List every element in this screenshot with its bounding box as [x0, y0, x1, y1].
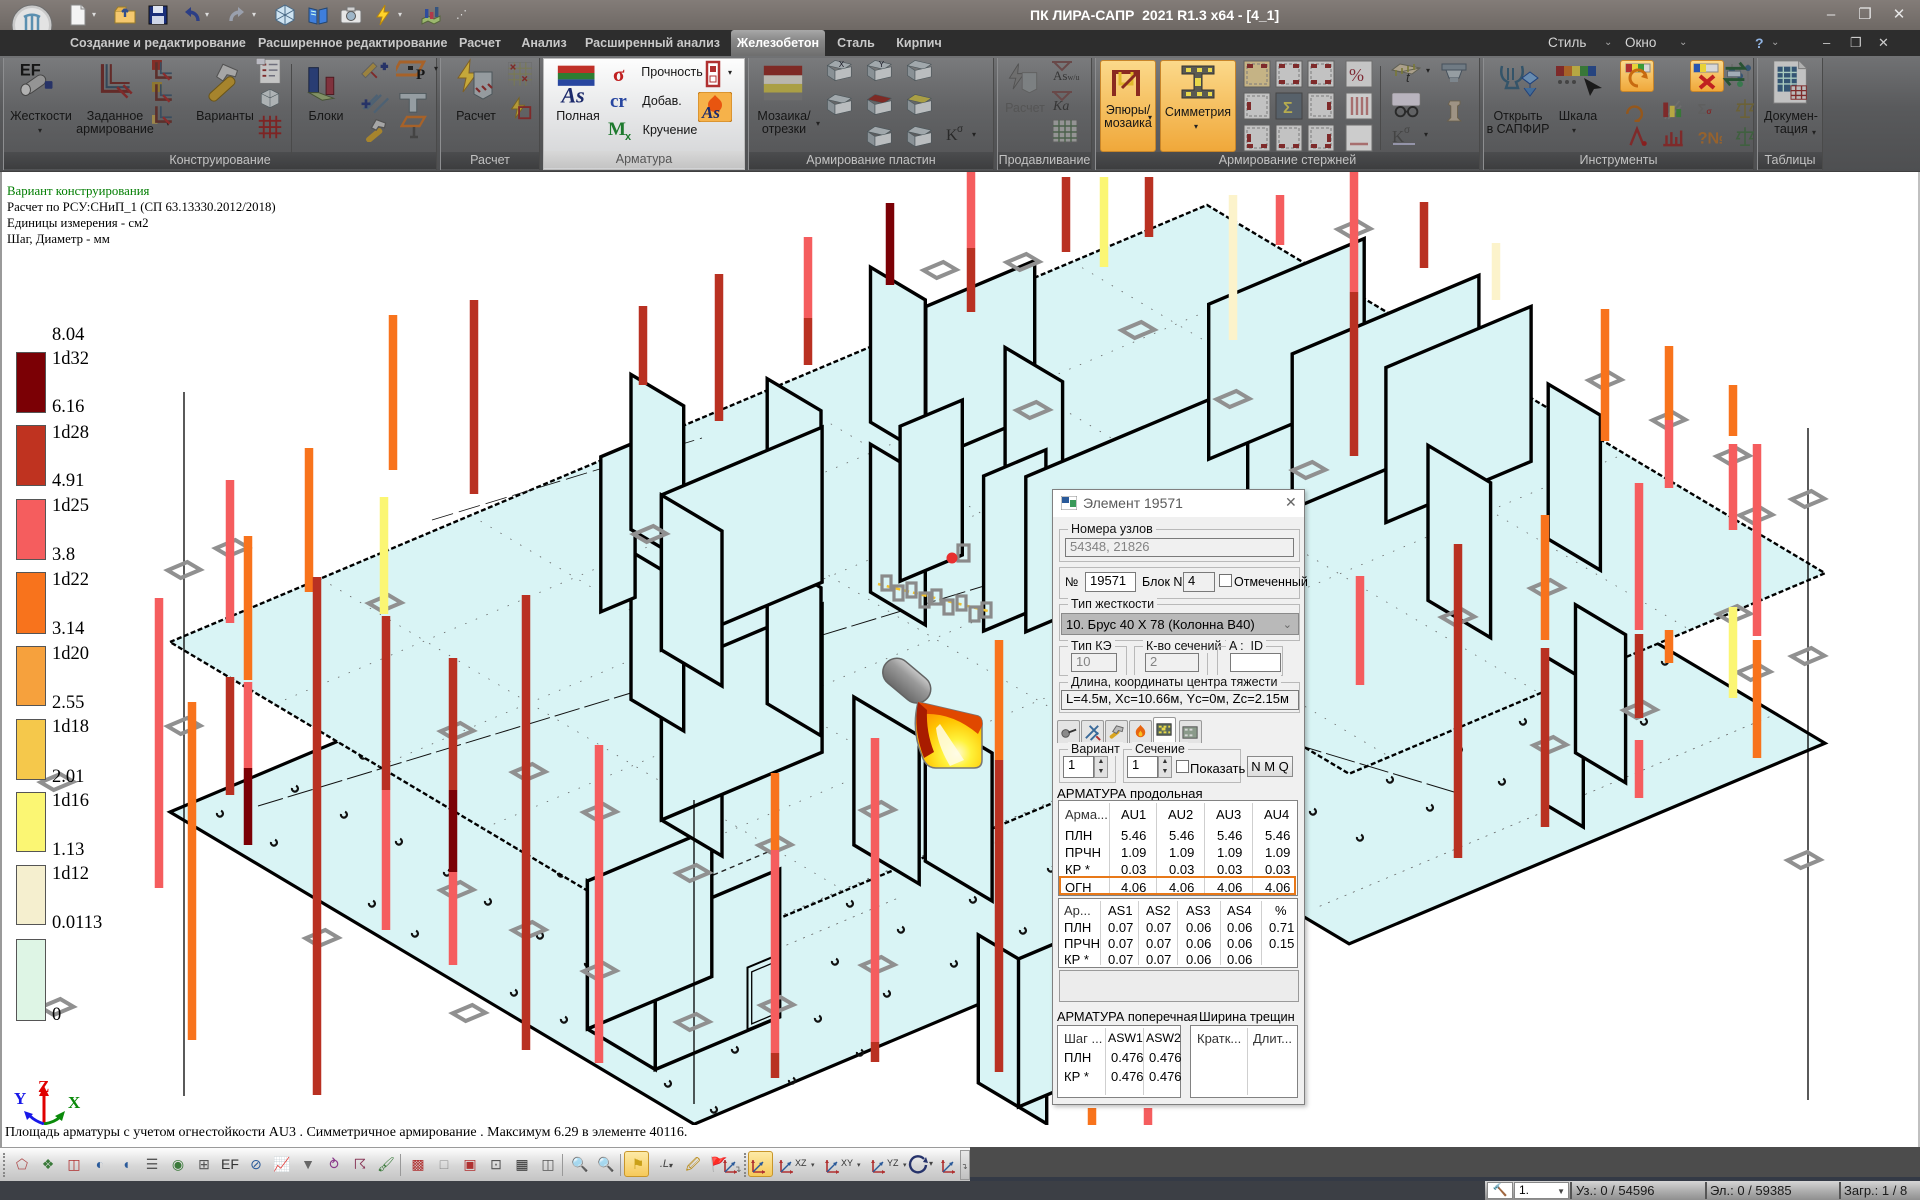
- svg-text:σ: σ: [1404, 125, 1411, 136]
- svg-text:Σ: Σ: [1283, 100, 1293, 117]
- svg-text:cr: cr: [610, 91, 627, 112]
- svg-text:σ: σ: [613, 64, 625, 84]
- svg-text:Z: Z: [38, 1078, 49, 1096]
- svg-text:Y: Y: [879, 60, 885, 69]
- svg-text:Y: Y: [14, 1089, 26, 1108]
- svg-text:σ: σ: [957, 124, 964, 135]
- svg-text:Σσ: Σσ: [1698, 102, 1713, 118]
- svg-text:As: As: [560, 82, 585, 106]
- svg-text:?№: ?№: [1698, 130, 1722, 148]
- svg-text:Asw/u: Asw/u: [1053, 68, 1079, 83]
- svg-text:X: X: [68, 1093, 81, 1112]
- svg-text:As: As: [701, 103, 720, 122]
- svg-text:Ka: Ka: [1052, 99, 1069, 114]
- svg-text:x: x: [625, 131, 632, 142]
- svg-text:M: M: [608, 119, 626, 140]
- svg-text:P: P: [416, 67, 425, 83]
- svg-text:X: X: [839, 60, 845, 69]
- svg-text:%: %: [1349, 65, 1364, 85]
